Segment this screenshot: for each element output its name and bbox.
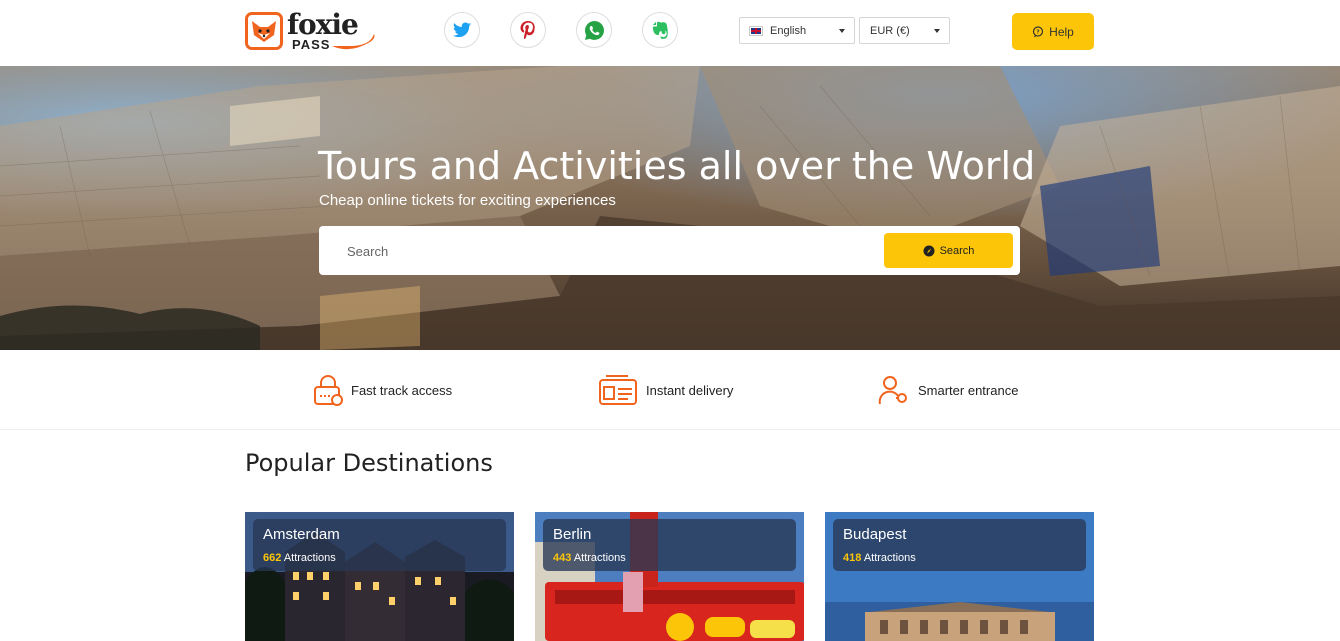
currency-value: EUR (€) [870,24,910,37]
help-label: Help [1049,24,1074,39]
feature-fast-track: Fast track access [313,374,452,406]
hero-subtitle: Cheap online tickets for exciting experi… [319,192,616,209]
card-label: Berlin 443 Attractions [543,519,796,571]
card-city-name: Budapest [843,526,907,543]
twitter-link[interactable] [444,12,480,48]
help-button[interactable]: ? Help [1012,13,1094,50]
language-value: English [770,24,807,37]
pinterest-icon [520,21,535,39]
hero-title: Tours and Activities all over the World [318,144,1036,188]
features-strip: Fast track access Instant delivery Smart… [0,350,1340,430]
card-city-name: Amsterdam [263,526,340,543]
card-city-name: Berlin [553,526,592,543]
card-label: Amsterdam 662 Attractions [253,519,506,571]
uk-flag-icon [749,25,763,36]
logo-sub: PASS [292,37,331,52]
foxiepass-logo[interactable]: foxie PASS [245,8,377,52]
chevron-down-icon [839,29,845,33]
feature-smarter-entrance: Smarter entrance [878,374,1018,406]
attractions-suffix: Attractions [863,552,916,564]
destination-card-berlin[interactable]: Berlin 443 Attractions [535,512,804,641]
lock-icon [314,375,343,406]
evernote-icon [652,21,668,39]
evernote-link[interactable] [642,12,678,48]
feature-label: Fast track access [351,382,453,398]
search-bar: Search [319,226,1020,275]
hero-banner: Tours and Activities all over the World … [0,66,1340,350]
card-attractions-count: 418 Attractions [843,552,916,564]
search-button[interactable]: Search [884,233,1013,268]
hero-background-image [0,66,1340,350]
card-attractions-count: 443 Attractions [553,552,626,564]
card-label: Budapest 418 Attractions [833,519,1086,571]
chevron-down-icon [934,29,940,33]
feature-instant-delivery: Instant delivery [598,374,733,406]
fox-tail-icon [332,34,375,50]
pinterest-link[interactable] [510,12,546,48]
user-key-icon [878,376,907,405]
currency-select[interactable]: EUR (€) [859,17,950,44]
attractions-number: 662 [263,552,282,564]
svg-text:?: ? [1037,29,1040,35]
attractions-suffix: Attractions [573,552,626,564]
attractions-number: 418 [843,552,862,564]
feature-label: Instant delivery [646,382,734,398]
site-header: foxie PASS English EUR (€) ? Help [0,0,1340,66]
attractions-number: 443 [553,552,572,564]
search-input[interactable] [347,241,847,261]
whatsapp-icon [584,20,604,40]
search-button-label: Search [939,244,975,257]
destination-card-budapest[interactable]: Budapest 418 Attractions [825,512,1094,641]
ticket-icon [599,375,637,405]
feature-label: Smarter entrance [918,382,1019,398]
destination-card-amsterdam[interactable]: Amsterdam 662 Attractions [245,512,514,641]
compass-icon [923,245,935,256]
fox-logo-icon [245,12,283,50]
card-attractions-count: 662 Attractions [263,552,336,564]
twitter-icon [453,22,471,38]
popular-destinations-title: Popular Destinations [245,449,493,477]
whatsapp-link[interactable] [576,12,612,48]
help-chat-icon: ? [1033,25,1044,37]
attractions-suffix: Attractions [283,552,336,564]
language-select[interactable]: English [739,17,855,44]
